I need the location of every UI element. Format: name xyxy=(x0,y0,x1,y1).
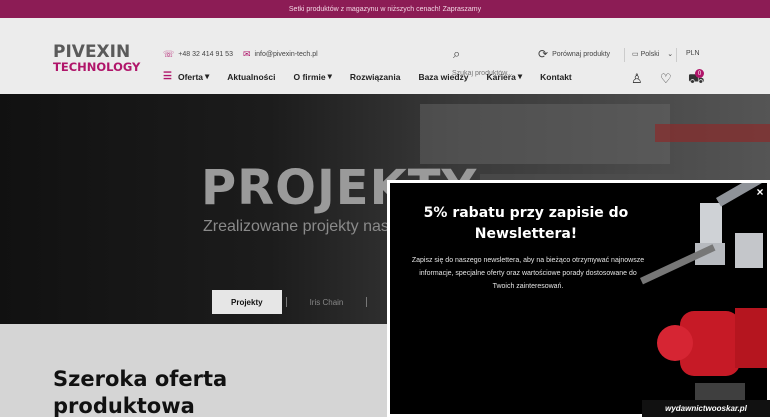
mail-icon: ✉ xyxy=(243,49,251,59)
watermark: wydawnictwooskar.pl xyxy=(642,400,770,417)
nav-item-kontakt[interactable]: Kontakt xyxy=(540,71,572,82)
nav-label: Kontakt xyxy=(540,71,572,82)
divider xyxy=(676,48,677,62)
compare-label: Porównaj produkty xyxy=(552,50,611,58)
hero-tabs: Projekty Iris Chain I xyxy=(212,290,412,314)
chevron-down-icon: ⌄ xyxy=(667,51,674,58)
currency-label: PLN xyxy=(686,50,700,57)
menu-icon: ☰ xyxy=(163,71,172,82)
search-icon[interactable]: ⌕ xyxy=(453,46,532,62)
promo-text: Setki produktów z magazynu w niższych ce… xyxy=(288,5,482,13)
phone-link[interactable]: ☏ +48 32 414 91 53 xyxy=(163,49,233,60)
newsletter-popup: 5% rabatu przy zapisie do Newslettera! Z… xyxy=(387,180,770,417)
popup-body: 5% rabatu przy zapisie do Newslettera! Z… xyxy=(390,183,767,414)
heart-icon[interactable]: ♡ xyxy=(660,71,672,87)
compare-icon: ⟳ xyxy=(538,47,549,61)
compare-products-link[interactable]: ⟳ Porównaj produkty xyxy=(538,47,610,61)
hero-subtitle: Zrealizowane projekty nas xyxy=(203,218,389,235)
user-icon[interactable]: ♙ xyxy=(631,71,643,87)
popup-description: Zapisz się do naszego newslettera, aby n… xyxy=(411,257,645,290)
tab-iris-chain[interactable]: Iris Chain xyxy=(291,290,363,314)
tab-projekty[interactable]: Projekty xyxy=(212,290,282,314)
nav-item-kariera[interactable]: Kariera ▾ xyxy=(487,71,523,82)
nav-label: Rozwiązania xyxy=(349,71,401,82)
language-selector[interactable]: ▭ Polski ⌄ xyxy=(632,50,673,58)
header: PIVEXIN TECHNOLOGY ☏ +48 32 414 91 53 ✉ … xyxy=(0,18,770,94)
nav-label: Aktualności xyxy=(227,71,276,82)
tab-divider xyxy=(366,297,368,307)
currency-selector[interactable]: PLN xyxy=(686,50,700,57)
cart-count-badge: 0 xyxy=(695,69,704,78)
language-label: Polski xyxy=(640,51,660,58)
logo-line1: PIVEXIN xyxy=(53,42,131,62)
nav-label: Oferta xyxy=(177,71,204,82)
phone-icon: ☏ xyxy=(163,49,175,59)
nav-item-rozwiazania[interactable]: Rozwiązania xyxy=(350,71,401,82)
chevron-down-icon: ▾ xyxy=(517,71,523,81)
nav-item-aktualnosci[interactable]: Aktualności xyxy=(227,71,275,82)
nav-label: O firmie xyxy=(293,71,326,82)
nav-item-oferta[interactable]: ☰ Oferta ▾ xyxy=(163,71,209,82)
hero-background-shape xyxy=(420,104,670,164)
nav-item-o-firmie[interactable]: O firmie ▾ xyxy=(293,71,331,82)
flag-icon: ▭ xyxy=(632,51,639,58)
section-title: Szeroka oferta produktowa xyxy=(53,367,228,417)
logo[interactable]: PIVEXIN TECHNOLOGY xyxy=(53,44,148,74)
close-icon[interactable]: × xyxy=(753,185,767,199)
chevron-down-icon: ▾ xyxy=(205,71,210,81)
promo-bar: Setki produktów z magazynu w niższych ce… xyxy=(0,0,770,18)
email-link[interactable]: ✉ info@pivexin-tech.pl xyxy=(243,49,318,60)
main-nav: ☰ Oferta ▾ Aktualności O firmie ▾ Rozwią… xyxy=(163,71,590,82)
nav-item-baza-wiedzy[interactable]: Baza wiedzy xyxy=(418,71,468,82)
phone-number: +48 32 414 91 53 xyxy=(178,51,233,58)
divider xyxy=(624,48,625,62)
logo-line2: TECHNOLOGY xyxy=(53,60,141,74)
email-address: info@pivexin-tech.pl xyxy=(254,51,318,58)
popup-title: 5% rabatu przy zapisie do Newslettera! xyxy=(423,205,629,242)
tab-divider xyxy=(285,297,287,307)
chevron-down-icon: ▾ xyxy=(327,71,332,81)
popup-product-image xyxy=(640,183,767,408)
nav-label: Kariera xyxy=(486,71,516,82)
hero-background-shape xyxy=(655,124,770,142)
nav-label: Baza wiedzy xyxy=(418,71,469,82)
